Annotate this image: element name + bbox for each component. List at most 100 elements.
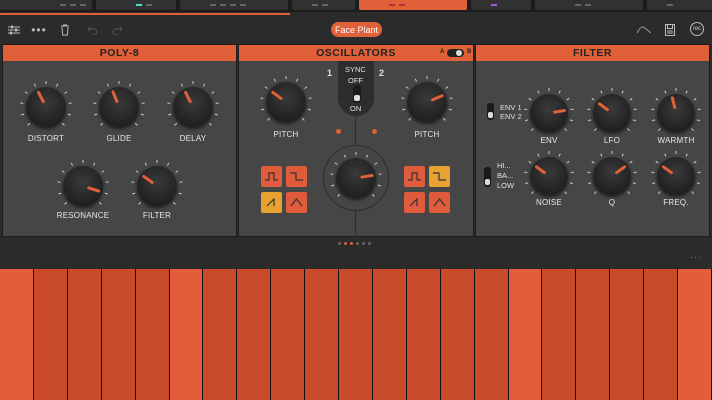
piano-key[interactable] (406, 269, 440, 400)
preset-thumb[interactable] (535, 0, 643, 10)
osc1-number: 1 (327, 68, 333, 78)
warmth-label: WARMTH (657, 136, 695, 145)
sync-label: SYNC (345, 65, 366, 74)
warmth-knob[interactable] (651, 88, 701, 132)
piano-key[interactable] (203, 269, 237, 400)
page-dot[interactable] (362, 242, 365, 245)
keyboard[interactable] (0, 269, 712, 400)
freq-label: FREQ. (663, 198, 689, 207)
filter-knob[interactable] (131, 160, 183, 206)
filter-panel: FILTER ENV 1 ENV 2 HI... BA... LOW ENV L… (475, 44, 710, 237)
piano-key[interactable] (67, 269, 101, 400)
redo-icon[interactable] (110, 15, 124, 45)
piano-key[interactable] (0, 269, 33, 400)
save-icon[interactable] (663, 15, 677, 45)
osc1-wave-square-button[interactable] (261, 166, 282, 187)
osc-mix-knob[interactable] (330, 152, 382, 198)
piano-key[interactable] (644, 269, 678, 400)
preset-thumb[interactable] (292, 0, 355, 10)
osc1-wave-triangle-button[interactable] (286, 192, 307, 213)
piano-key[interactable] (169, 269, 203, 400)
osc2-wave-triangle-button[interactable] (429, 192, 450, 213)
keyboard-options-icon[interactable]: ··· (690, 252, 702, 262)
piano-key[interactable] (237, 269, 271, 400)
piano-key[interactable] (33, 269, 67, 400)
env-select-switch[interactable] (487, 103, 494, 120)
resonance-knob[interactable] (57, 160, 109, 206)
osc2-pitch-knob[interactable] (401, 76, 453, 122)
lfo-knob[interactable] (587, 88, 637, 132)
delay-label: DELAY (179, 134, 207, 143)
piano-key[interactable] (474, 269, 508, 400)
distort-knob[interactable] (20, 81, 72, 127)
glide-knob[interactable] (93, 81, 145, 127)
preset-strip[interactable] (0, 0, 712, 12)
preset-thumb[interactable] (647, 0, 712, 10)
q-knob[interactable] (587, 151, 637, 195)
osc1-wave-saw-button[interactable] (261, 192, 282, 213)
piano-key[interactable] (678, 269, 711, 400)
piano-key[interactable] (135, 269, 169, 400)
osc2-wave-square-button[interactable] (404, 166, 425, 187)
delay-knob[interactable] (167, 81, 219, 127)
envelope-curve-icon[interactable] (636, 15, 652, 45)
filter-label: FILTER (142, 211, 172, 220)
piano-key[interactable] (271, 269, 305, 400)
record-icon[interactable]: rec (690, 22, 704, 36)
osc1-pitch-label: PITCH (273, 130, 299, 139)
env-amount-knob[interactable] (524, 88, 574, 132)
piano-key[interactable] (101, 269, 135, 400)
undo-icon[interactable] (85, 15, 99, 45)
poly8-panel: POLY-8 DISTORT GLIDE DELAY RESONANCE FIL… (2, 44, 237, 237)
sync-on-label: ON (350, 104, 362, 113)
piano-key[interactable] (339, 269, 372, 400)
osc1-pitch-knob[interactable] (260, 76, 312, 122)
osc2-wave-pulse-button[interactable] (429, 166, 450, 187)
piano-key[interactable] (372, 269, 406, 400)
divider (355, 211, 356, 238)
more-icon[interactable]: ••• (31, 15, 47, 45)
preset-name-button[interactable]: Face Plant (331, 22, 382, 37)
piano-key[interactable] (542, 269, 576, 400)
piano-key[interactable] (305, 269, 339, 400)
osc2-pitch-label: PITCH (414, 130, 440, 139)
trash-icon[interactable] (58, 15, 72, 45)
oscillators-title: OSCILLATORS (239, 45, 473, 61)
env-option-1: ENV 1 (500, 103, 522, 112)
page-dot[interactable] (368, 242, 371, 245)
piano-key[interactable] (576, 269, 610, 400)
osc1-wave-pulse-button[interactable] (286, 166, 307, 187)
preset-thumb[interactable] (96, 0, 176, 10)
piano-key[interactable] (508, 269, 542, 400)
page-dot[interactable] (350, 242, 353, 245)
page-dot[interactable] (338, 242, 341, 245)
filter-title: FILTER (476, 45, 709, 61)
glide-label: GLIDE (106, 134, 132, 143)
resonance-label: RESONANCE (56, 211, 110, 220)
freq-knob[interactable] (651, 151, 701, 195)
osc2-number: 2 (379, 68, 385, 78)
preset-thumb[interactable] (180, 0, 288, 10)
ab-toggle[interactable] (447, 49, 464, 57)
toggle-b-label: B (467, 49, 472, 55)
filter-type-switch[interactable] (484, 167, 491, 187)
sliders-icon[interactable] (6, 15, 22, 45)
osc1-led (336, 129, 341, 134)
osc2-led (372, 129, 377, 134)
piano-key[interactable] (440, 269, 474, 400)
noise-knob[interactable] (524, 151, 574, 195)
sync-switch[interactable] (353, 85, 361, 103)
osc2-wave-saw-button[interactable] (404, 192, 425, 213)
piano-key[interactable] (610, 269, 644, 400)
poly8-title: POLY-8 (3, 45, 236, 61)
filter-type-band: BA... (497, 171, 514, 180)
preset-thumb[interactable] (471, 0, 531, 10)
sync-off-label: OFF (348, 76, 363, 85)
page-dot[interactable] (356, 242, 359, 245)
toggle-a-label: A (440, 49, 445, 55)
divider (355, 115, 356, 145)
env-option-2: ENV 2 (500, 112, 522, 121)
page-dot[interactable] (344, 242, 347, 245)
preset-thumb-active[interactable] (359, 0, 467, 10)
preset-thumb[interactable] (0, 0, 92, 10)
